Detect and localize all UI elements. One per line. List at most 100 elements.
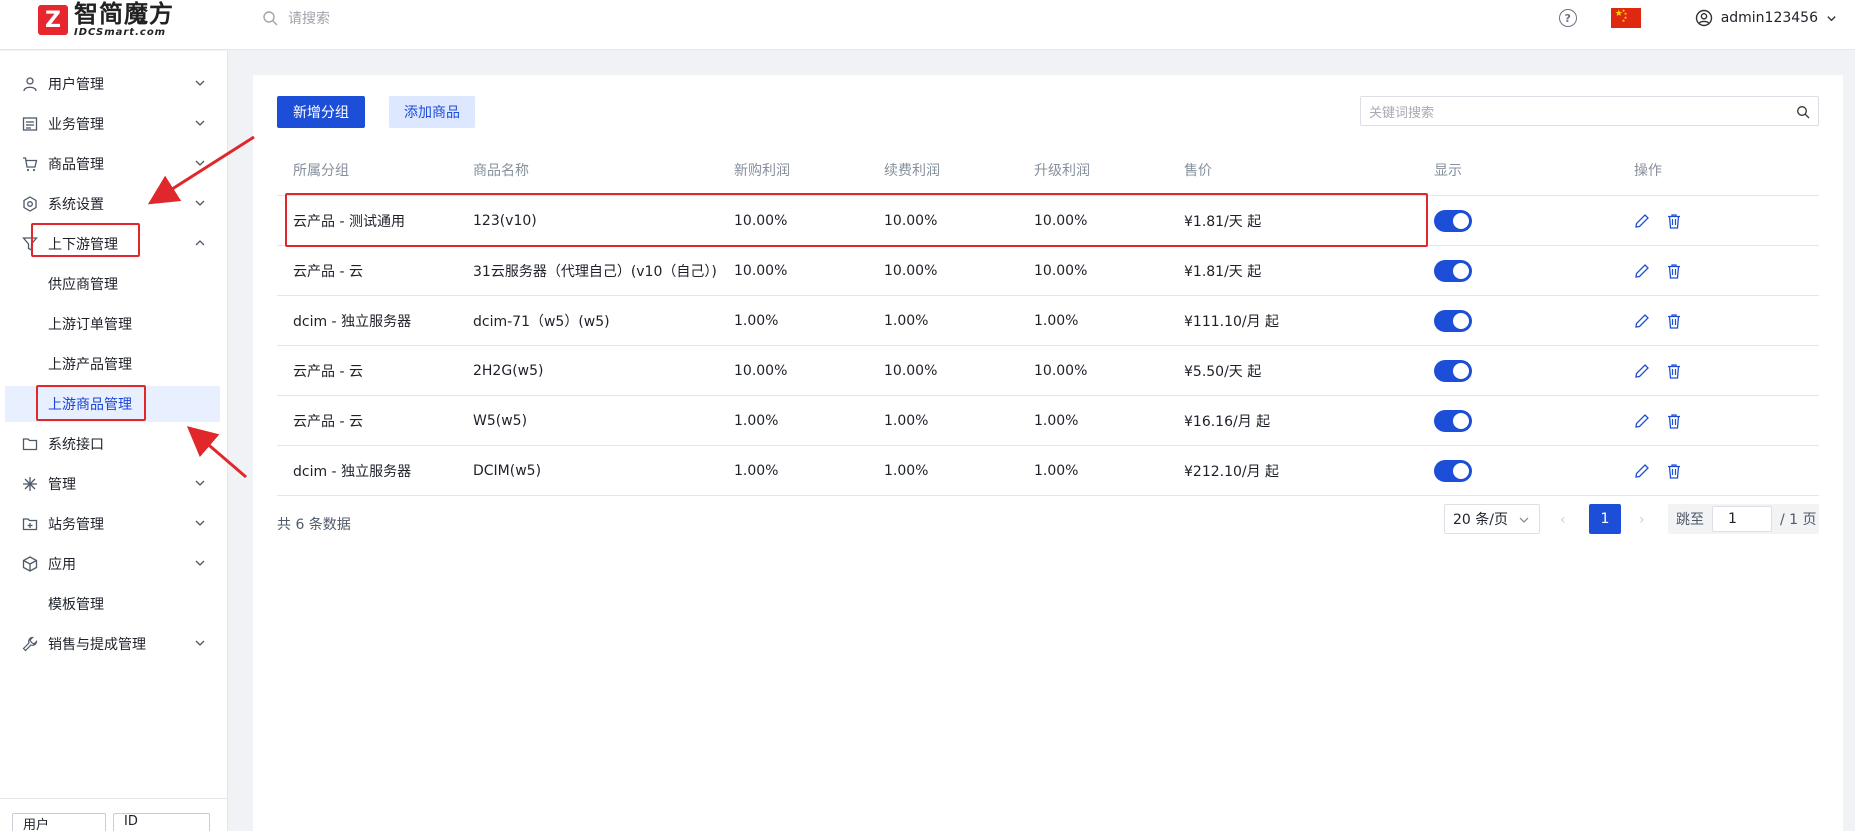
delete-icon[interactable] xyxy=(1666,313,1682,329)
edit-icon[interactable] xyxy=(1634,463,1650,479)
chevron-down-icon xyxy=(195,200,205,206)
sidebar-item-label: 系统设置 xyxy=(48,197,104,213)
visible-toggle[interactable] xyxy=(1434,409,1472,432)
table-row: dcim - 独立服务器 dcim-71（w5）(w5) 1.00% 1.00%… xyxy=(277,296,1819,346)
cell-new-profit: 10.00% xyxy=(734,262,788,279)
search-icon xyxy=(263,11,278,26)
chevron-down-icon xyxy=(195,480,205,486)
edit-icon[interactable] xyxy=(1634,263,1650,279)
cell-price: ¥212.10/月 起 xyxy=(1184,463,1280,480)
cell-price: ¥16.16/月 起 xyxy=(1184,413,1271,430)
jump-page-input[interactable]: 1 xyxy=(1712,506,1772,532)
table-row: 云产品 - 云 W5(w5) 1.00% 1.00% 1.00% ¥16.16/… xyxy=(277,396,1819,446)
sidebar-item-label: 用户管理 xyxy=(48,77,104,93)
sidebar-item-site-affairs[interactable]: 站务管理 xyxy=(0,506,228,542)
edit-icon[interactable] xyxy=(1634,313,1650,329)
search-icon[interactable] xyxy=(1796,105,1810,119)
help-icon[interactable]: ? xyxy=(1558,9,1577,27)
visible-toggle[interactable] xyxy=(1434,209,1472,232)
cell-upgrade-profit: 1.00% xyxy=(1034,312,1079,329)
cell-renew-profit: 1.00% xyxy=(884,412,929,429)
chevron-down-icon xyxy=(195,640,205,646)
column-header-visible: 显示 xyxy=(1434,163,1462,179)
cell-upgrade-profit: 1.00% xyxy=(1034,462,1079,479)
cell-renew-profit: 1.00% xyxy=(884,312,929,329)
delete-icon[interactable] xyxy=(1666,213,1682,229)
sidebar-item-products[interactable]: 商品管理 xyxy=(0,146,228,182)
add-group-button[interactable]: 新增分组 xyxy=(277,96,365,128)
global-search-placeholder: 请搜索 xyxy=(288,11,330,27)
chevron-down-icon xyxy=(1827,15,1836,21)
column-header-name: 商品名称 xyxy=(473,163,529,179)
prev-page-icon[interactable]: ‹ xyxy=(1560,512,1572,528)
sidebar-item-business[interactable]: 业务管理 xyxy=(0,106,228,142)
visible-toggle[interactable] xyxy=(1434,359,1472,382)
annotation-box-upstream-menu xyxy=(31,223,140,257)
delete-icon[interactable] xyxy=(1666,413,1682,429)
sidebar-subitem-suppliers[interactable]: 供应商管理 xyxy=(0,266,228,302)
sidebar-item-system-settings[interactable]: 系统设置 xyxy=(0,186,228,222)
keyword-search-placeholder: 关键词搜索 xyxy=(1369,105,1435,121)
delete-icon[interactable] xyxy=(1666,363,1682,379)
global-search[interactable]: 请搜索 xyxy=(262,8,330,28)
edit-icon[interactable] xyxy=(1634,363,1650,379)
page-size-select[interactable]: 20 条/页 xyxy=(1444,504,1540,534)
chevron-down-icon xyxy=(195,560,205,566)
cell-renew-profit: 1.00% xyxy=(884,462,929,479)
next-page-icon[interactable]: › xyxy=(1639,512,1651,528)
search-type-select[interactable]: 用户 xyxy=(12,813,106,831)
cart-icon xyxy=(22,156,38,172)
table-row: dcim - 独立服务器 DCIM(w5) 1.00% 1.00% 1.00% … xyxy=(277,446,1819,496)
cell-group: 云产品 - 云 xyxy=(293,413,363,430)
table-header: 所属分组 商品名称 新购利润 续费利润 升级利润 售价 显示 操作 xyxy=(277,145,1819,196)
cell-upgrade-profit: 10.00% xyxy=(1034,262,1088,279)
total-count: 共 6 条数据 xyxy=(277,517,351,533)
keyword-search-input[interactable]: 关键词搜索 xyxy=(1360,96,1819,126)
user-menu[interactable]: admin123456 xyxy=(1695,9,1837,27)
column-header-renew-profit: 续费利润 xyxy=(884,163,940,179)
delete-icon[interactable] xyxy=(1666,463,1682,479)
visible-toggle[interactable] xyxy=(1434,259,1472,282)
total-pages: / 1 页 xyxy=(1780,512,1817,528)
visible-toggle[interactable] xyxy=(1434,309,1472,332)
cell-name: DCIM(w5) xyxy=(473,462,542,479)
visible-toggle[interactable] xyxy=(1434,459,1472,482)
cell-new-profit: 1.00% xyxy=(734,412,779,429)
edit-icon[interactable] xyxy=(1634,213,1650,229)
sidebar-item-users[interactable]: 用户管理 xyxy=(0,66,228,102)
logo-title: 智简魔方 xyxy=(74,0,174,28)
add-product-button[interactable]: 添加商品 xyxy=(389,96,475,128)
cell-group: 云产品 - 云 xyxy=(293,363,363,380)
sparkle-icon xyxy=(22,476,38,492)
sidebar: 用户管理 业务管理 商品管理 系统设置 上下游管理 供应商管理 上游订单管理 上… xyxy=(0,51,228,831)
cell-price: ¥111.10/月 起 xyxy=(1184,313,1280,330)
sidebar-item-apps[interactable]: 应用 xyxy=(0,546,228,582)
delete-icon[interactable] xyxy=(1666,263,1682,279)
cell-name: W5(w5) xyxy=(473,412,528,429)
sidebar-item-manage[interactable]: 管理 xyxy=(0,466,228,502)
cell-price: ¥1.81/天 起 xyxy=(1184,263,1262,280)
cell-upgrade-profit: 1.00% xyxy=(1034,412,1079,429)
sidebar-item-sales-commission[interactable]: 销售与提成管理 xyxy=(0,626,228,662)
list-icon xyxy=(22,116,38,132)
cell-upgrade-profit: 10.00% xyxy=(1034,362,1088,379)
edit-icon[interactable] xyxy=(1634,413,1650,429)
sidebar-item-system-interface[interactable]: 系统接口 xyxy=(0,426,228,462)
search-field-select[interactable]: ID xyxy=(113,813,210,831)
sidebar-subitem-upstream-products[interactable]: 上游产品管理 xyxy=(0,346,228,382)
logo-mark-icon: Z xyxy=(38,5,68,35)
sidebar-item-templates[interactable]: 模板管理 xyxy=(0,586,228,622)
main-card: 新增分组 添加商品 关键词搜索 所属分组 商品名称 新购利润 续费利润 升级利润… xyxy=(253,75,1843,831)
sidebar-subitem-upstream-orders[interactable]: 上游订单管理 xyxy=(0,306,228,342)
sidebar-subitem-label: 上游订单管理 xyxy=(48,317,132,333)
sidebar-subitem-label: 供应商管理 xyxy=(48,277,118,293)
sidebar-subitem-label: 上游产品管理 xyxy=(48,357,132,373)
china-flag-icon[interactable]: ★ ★ ★ ★ ★ xyxy=(1610,8,1641,28)
chevron-down-icon xyxy=(195,160,205,166)
cell-name: 31云服务器（代理自己）(v10（自己）) xyxy=(473,263,717,280)
page-size-value: 20 条/页 xyxy=(1453,512,1508,528)
page-number-current[interactable]: 1 xyxy=(1589,504,1621,534)
column-header-new-profit: 新购利润 xyxy=(734,163,790,179)
sidebar-item-label: 销售与提成管理 xyxy=(48,637,146,653)
logo[interactable]: Z 智简魔方 IDCSmart.com xyxy=(38,0,174,40)
